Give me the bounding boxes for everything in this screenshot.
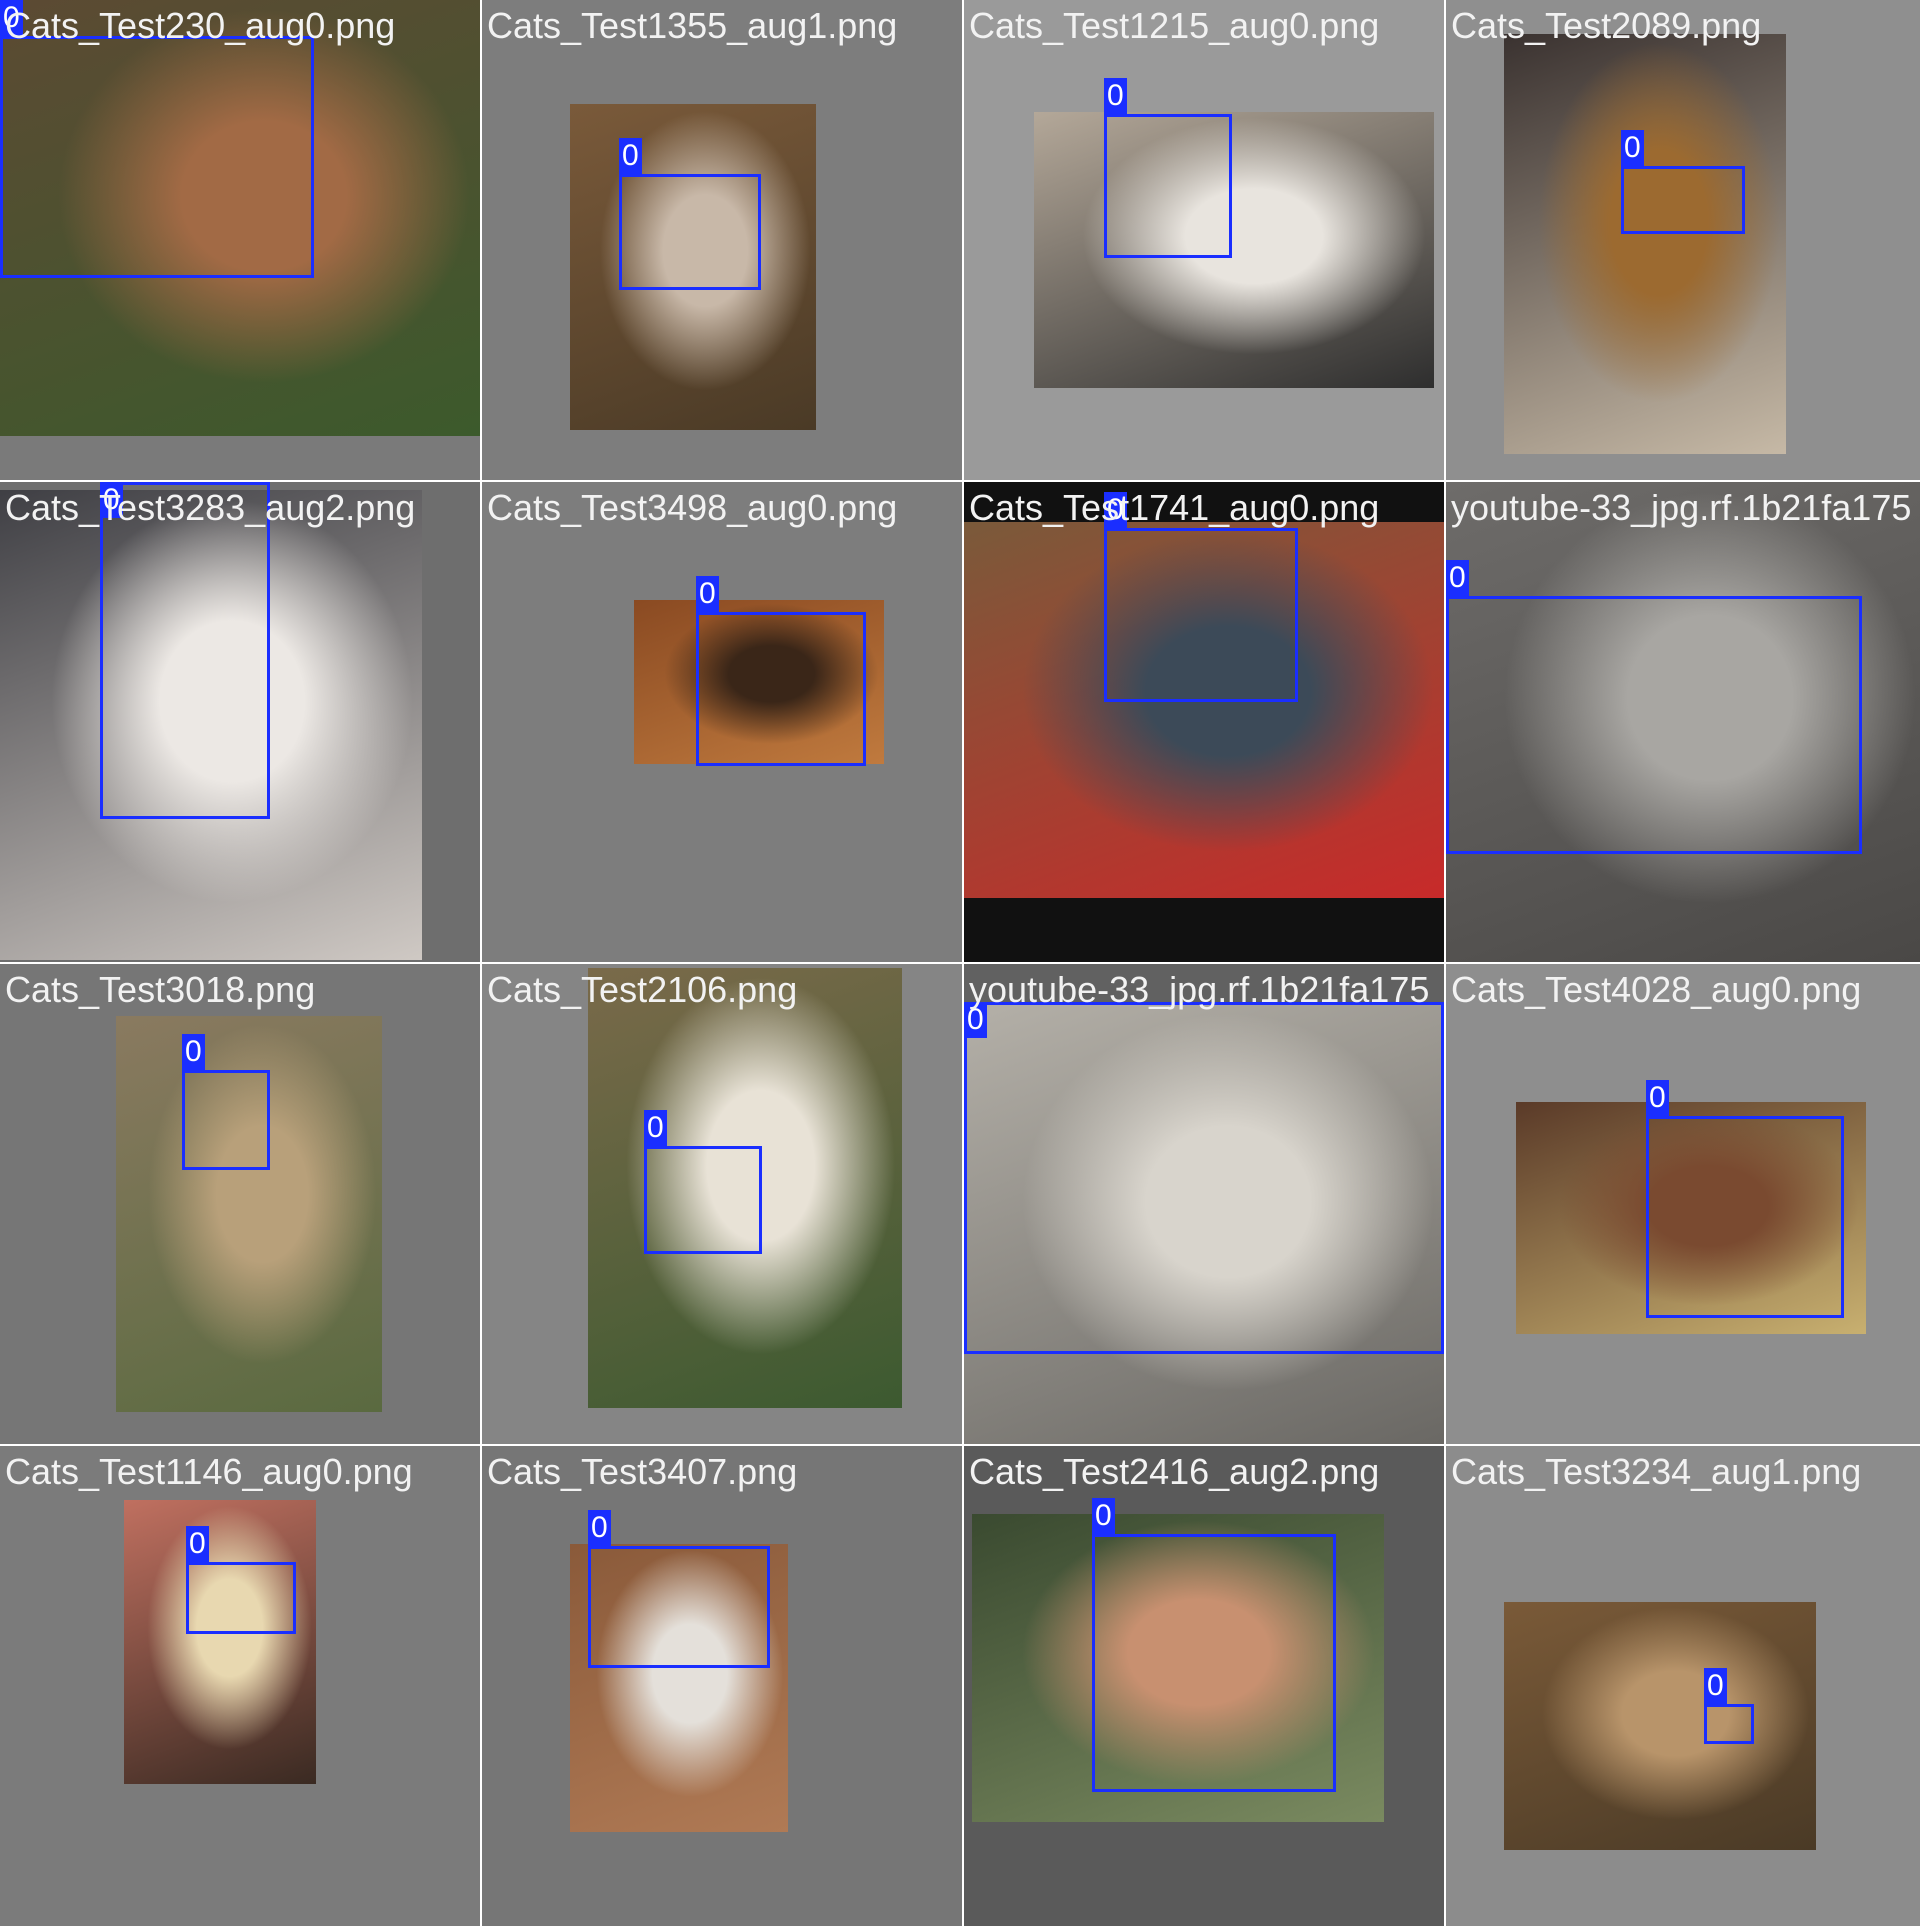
dog-photo: [1504, 34, 1786, 454]
dog-photo: [1034, 112, 1434, 388]
image-filename: Cats_Test3018.png: [5, 969, 316, 1010]
detection-box: [0, 36, 314, 278]
box-class-label: 0: [1704, 1668, 1727, 1704]
grid-cell: 0 Cats_Test2416_aug2.png: [964, 1446, 1444, 1926]
detection-box: [619, 174, 761, 290]
grid-cell: 0 Cats_Test2106.png: [482, 964, 962, 1444]
image-filename: Cats_Test1741_aug0.png: [969, 487, 1380, 528]
detection-box: [1621, 166, 1745, 234]
detection-box: [588, 1546, 770, 1668]
detection-box: [100, 482, 270, 819]
grid-cell: 0 Cats_Test4028_aug0.png: [1446, 964, 1920, 1444]
box-class-label: 0: [588, 1510, 611, 1546]
image-filename: youtube-33_jpg.rf.1b21fa175: [1451, 487, 1912, 528]
detection-box: [186, 1562, 296, 1634]
detection-box: [182, 1070, 270, 1170]
detection-box: [1446, 596, 1862, 854]
mosaic-grid: 0 Cats_Test230_aug0.png 0 Cats_Test1355_aug…: [0, 0, 1920, 1926]
grid-cell: 0 youtube-33_jpg.rf.1b21fa175: [1446, 482, 1920, 962]
box-class-label: 0: [1446, 560, 1469, 596]
box-class-label: 0: [1621, 130, 1644, 166]
detection-box: [644, 1146, 762, 1254]
grid-cell: 0 Cats_Test2089.png: [1446, 0, 1920, 480]
detection-box: [1704, 1704, 1754, 1744]
dog-photo: [124, 1500, 316, 1784]
grid-cell: 0 Cats_Test3283_aug2.png: [0, 482, 480, 962]
box-class-label: 0: [1104, 78, 1127, 114]
box-class-label: 0: [1646, 1080, 1669, 1116]
dog-photo: [1504, 1602, 1816, 1850]
image-filename: Cats_Test2416_aug2.png: [969, 1451, 1380, 1492]
grid-cell: 0 Cats_Test1741_aug0.png: [964, 482, 1444, 962]
grid-cell: 0 Cats_Test3234_aug1.png: [1446, 1446, 1920, 1926]
detection-box: [1104, 114, 1232, 258]
grid-cell: 0 youtube-33_jpg.rf.1b21fa175: [964, 964, 1444, 1444]
image-filename: Cats_Test3498_aug0.png: [487, 487, 898, 528]
image-filename: Cats_Test1215_aug0.png: [969, 5, 1380, 46]
image-filename: Cats_Test2089.png: [1451, 5, 1762, 46]
box-class-label: 0: [1092, 1498, 1115, 1534]
grid-cell: 0 Cats_Test1355_aug1.png: [482, 0, 962, 480]
image-filename: Cats_Test2106.png: [487, 969, 798, 1010]
image-filename: Cats_Test1355_aug1.png: [487, 5, 898, 46]
grid-cell: 0 Cats_Test3018.png: [0, 964, 480, 1444]
image-filename: Cats_Test3234_aug1.png: [1451, 1451, 1862, 1492]
box-class-label: 0: [644, 1110, 667, 1146]
grid-cell: 0 Cats_Test3498_aug0.png: [482, 482, 962, 962]
grid-cell: 0 Cats_Test230_aug0.png: [0, 0, 480, 480]
image-filename: Cats_Test1146_aug0.png: [5, 1451, 413, 1492]
detection-box: [1646, 1116, 1844, 1318]
detection-box: [1104, 528, 1298, 702]
image-filename: Cats_Test3407.png: [487, 1451, 798, 1492]
image-filename: youtube-33_jpg.rf.1b21fa175: [969, 969, 1430, 1010]
image-filename: Cats_Test230_aug0.png: [5, 5, 396, 46]
grid-cell: 0 Cats_Test1215_aug0.png: [964, 0, 1444, 480]
detection-box: [1092, 1534, 1336, 1792]
box-class-label: 0: [182, 1034, 205, 1070]
box-class-label: 0: [696, 576, 719, 612]
image-filename: Cats_Test4028_aug0.png: [1451, 969, 1862, 1010]
grid-cell: 0 Cats_Test1146_aug0.png: [0, 1446, 480, 1926]
image-filename: Cats_Test3283_aug2.png: [5, 487, 416, 528]
box-class-label: 0: [186, 1526, 209, 1562]
detection-box: [964, 1002, 1444, 1354]
grid-cell: 0 Cats_Test3407.png: [482, 1446, 962, 1926]
box-class-label: 0: [619, 138, 642, 174]
detection-box: [696, 612, 866, 766]
